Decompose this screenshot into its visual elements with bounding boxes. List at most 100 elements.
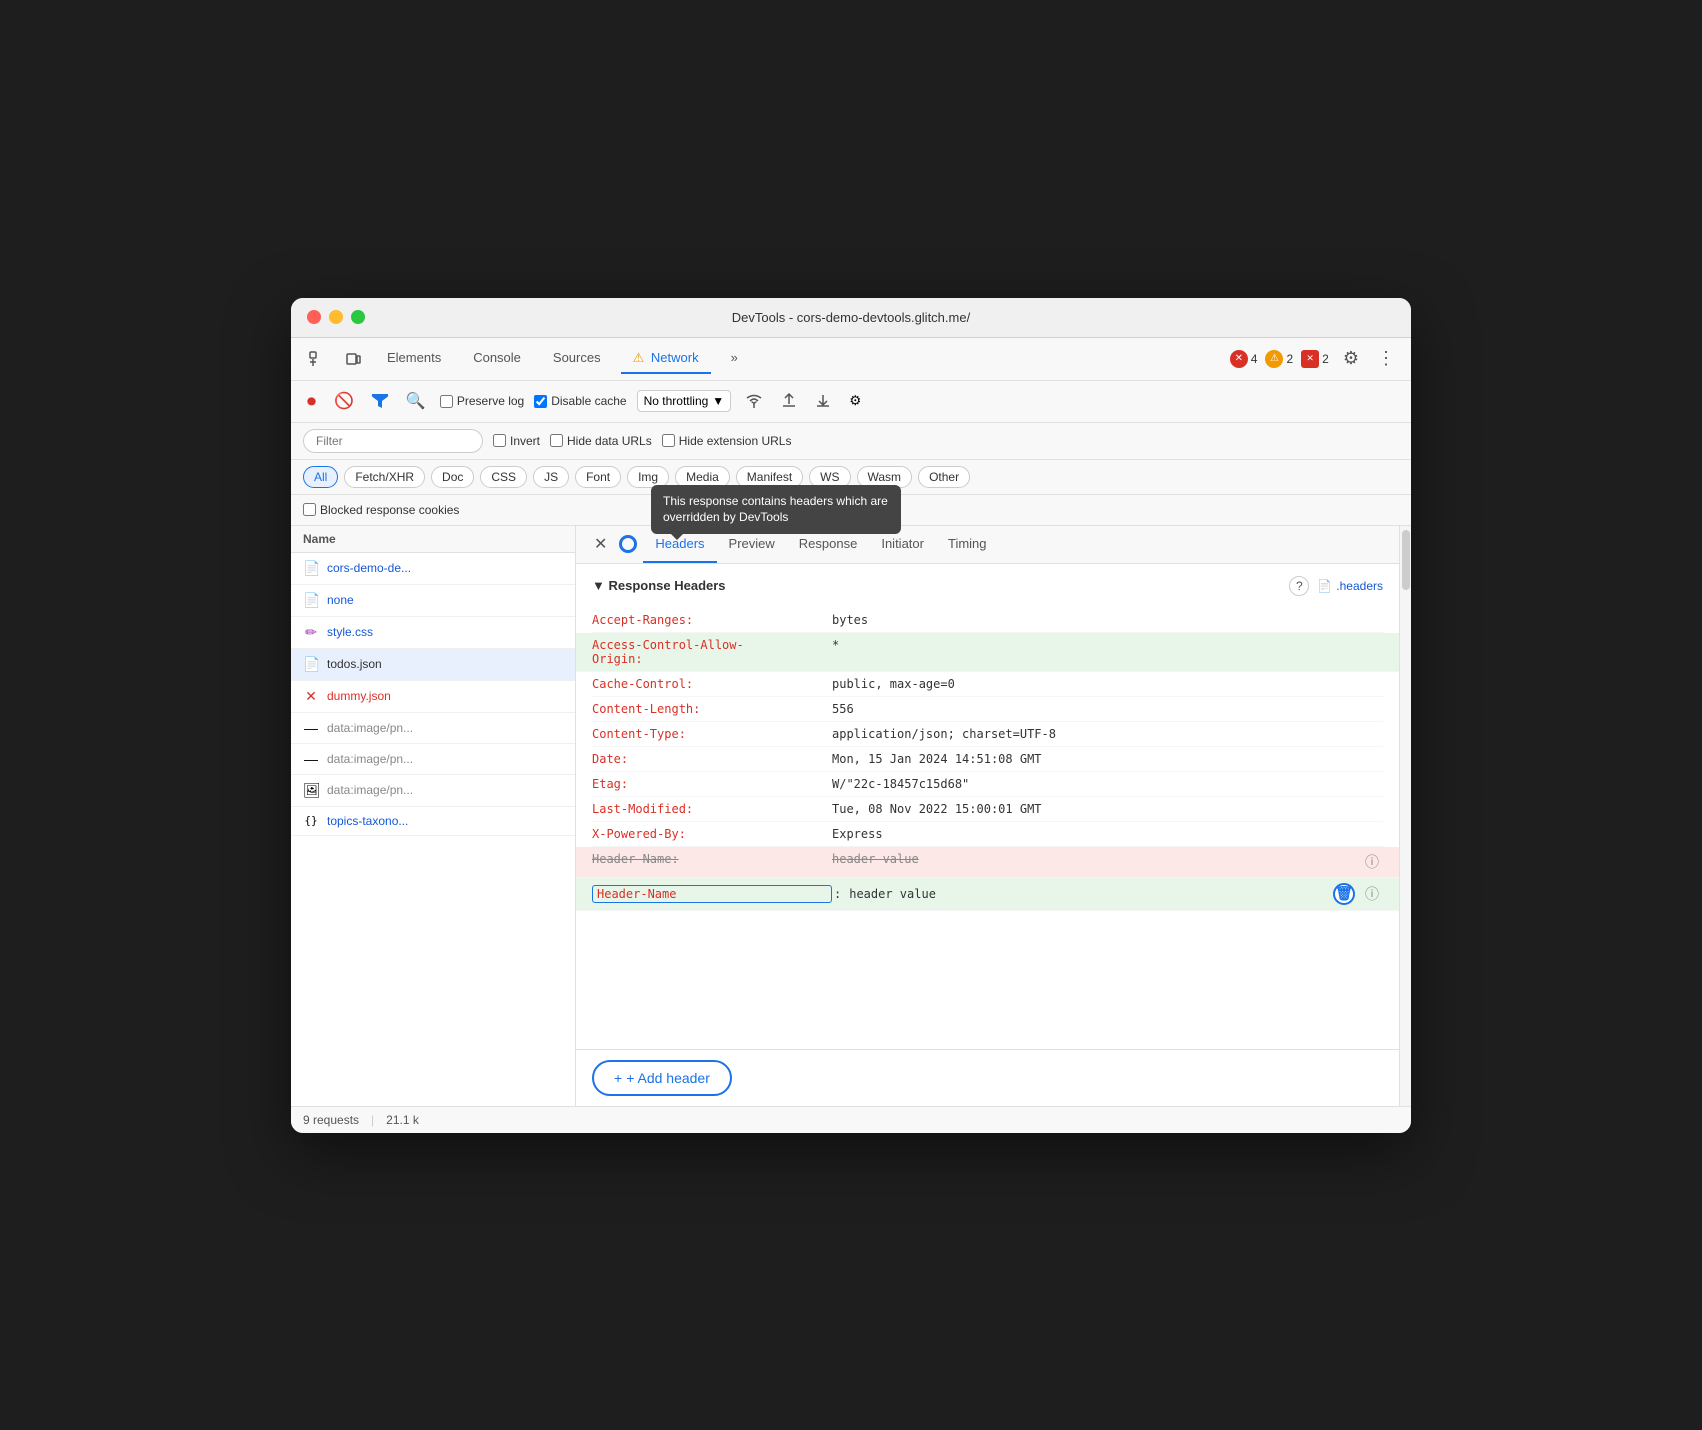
header-row-last-modified: Last-Modified: Tue, 08 Nov 2022 15:00:01… — [592, 797, 1383, 822]
scrollbar-thumb[interactable] — [1402, 530, 1410, 590]
header-row-etag: Etag: W/"22c-18457c15d68" — [592, 772, 1383, 797]
close-control[interactable] — [307, 310, 321, 324]
header-name: Access-Control-Allow-Origin: — [592, 638, 832, 666]
info-count-text: 2 — [1322, 352, 1329, 366]
doc-icon: 📄 — [303, 560, 319, 577]
tab-sources[interactable]: Sources — [541, 344, 613, 373]
list-item[interactable]: — data:image/pn... — [291, 744, 575, 775]
error-icon: ✕ — [303, 688, 319, 705]
warn-count-text: 2 — [1286, 352, 1293, 366]
tab-console[interactable]: Console — [461, 344, 533, 373]
header-row-cache-control: Cache-Control: public, max-age=0 — [592, 672, 1383, 697]
request-count: 9 requests — [303, 1113, 359, 1127]
filter-font[interactable]: Font — [575, 466, 621, 488]
header-value: bytes — [832, 613, 1383, 627]
detail-panel: ✕ Headers Preview Response Initiator Tim… — [576, 526, 1399, 1106]
tab-more[interactable]: » — [719, 344, 750, 373]
download-btn[interactable] — [811, 389, 835, 413]
add-header-btn[interactable]: + + Add header — [592, 1060, 732, 1096]
search-toggle-btn[interactable]: 🔍 — [402, 387, 430, 415]
file-name: topics-taxono... — [327, 814, 408, 828]
filter-all[interactable]: All — [303, 466, 338, 488]
header-row-access-control: Access-Control-Allow-Origin: * — [576, 633, 1399, 672]
tab-timing[interactable]: Timing — [936, 526, 999, 563]
upload-btn[interactable] — [777, 389, 801, 413]
list-item-selected[interactable]: 📄 todos.json — [291, 649, 575, 681]
stop-recording-btn[interactable]: ⏺ — [303, 387, 320, 416]
header-name: Content-Length: — [592, 702, 832, 716]
header-value: 556 — [832, 702, 1383, 716]
help-btn[interactable]: ? — [1289, 576, 1309, 596]
doc-icon: 📄 — [303, 592, 319, 609]
header-info-btn-2[interactable]: ⓘ — [1361, 884, 1383, 904]
device-mode-btn[interactable] — [339, 347, 367, 371]
header-row-date: Date: Mon, 15 Jan 2024 14:51:08 GMT — [592, 747, 1383, 772]
invert-checkbox[interactable]: Invert — [493, 434, 540, 448]
status-separator: | — [371, 1113, 374, 1127]
filter-input[interactable] — [303, 429, 483, 453]
file-name: data:image/pn... — [327, 752, 413, 766]
section-actions: ? 📄 .headers — [1289, 576, 1383, 596]
scrollbar[interactable] — [1399, 526, 1411, 1106]
file-name: cors-demo-de... — [327, 561, 411, 575]
file-name: none — [327, 593, 354, 607]
filter-doc[interactable]: Doc — [431, 466, 474, 488]
header-name: X-Powered-By: — [592, 827, 832, 841]
list-item[interactable]: ✕ dummy.json — [291, 681, 575, 713]
header-row-content-length: Content-Length: 556 — [592, 697, 1383, 722]
header-info-btn[interactable]: ⓘ — [1361, 852, 1383, 872]
main-toolbar: Elements Console Sources ⚠ Network » ✕ 4… — [291, 338, 1411, 381]
network-settings-btn[interactable]: ⚙ — [845, 389, 865, 413]
header-name: Date: — [592, 752, 832, 766]
info-icon: ✕ — [1301, 350, 1319, 368]
list-item[interactable]: {} topics-taxono... — [291, 807, 575, 836]
headers-file-btn[interactable]: 📄 .headers — [1317, 579, 1383, 593]
disable-cache-checkbox[interactable]: Disable cache — [534, 394, 626, 408]
plus-icon: + — [614, 1070, 622, 1086]
file-name: data:image/pn... — [327, 783, 413, 797]
list-item[interactable]: 📄 cors-demo-de... — [291, 553, 575, 585]
window-title: DevTools - cors-demo-devtools.glitch.me/ — [732, 310, 970, 325]
blocked-cookies-checkbox[interactable]: Blocked response cookies — [303, 503, 459, 517]
tooltip: This response contains headers which are… — [651, 485, 901, 535]
error-count-text: 4 — [1251, 352, 1258, 366]
close-detail-btn[interactable]: ✕ — [588, 526, 613, 562]
more-options-btn[interactable]: ⋮ — [1373, 346, 1399, 371]
main-content: Name 📄 cors-demo-de... 📄 none ✏ style.cs… — [291, 526, 1411, 1106]
window-controls — [307, 310, 365, 324]
header-row-accept-ranges: Accept-Ranges: bytes — [592, 608, 1383, 633]
list-item[interactable]: ✏ style.css — [291, 617, 575, 649]
tab-network[interactable]: ⚠ Network — [621, 344, 711, 374]
header-value: * — [832, 638, 1383, 652]
header-name: Accept-Ranges: — [592, 613, 832, 627]
filter-css[interactable]: CSS — [480, 466, 527, 488]
list-item[interactable]: 🖼 data:image/pn... — [291, 775, 575, 807]
tab-elements[interactable]: Elements — [375, 344, 453, 373]
info-badge-group: ✕ 2 — [1301, 350, 1329, 368]
header-name-deleted: Header-Name: — [592, 852, 832, 866]
inspect-element-btn[interactable] — [303, 347, 331, 371]
filter-toggle-btn[interactable] — [368, 390, 392, 412]
clear-btn[interactable]: 🚫 — [330, 387, 358, 415]
maximize-control[interactable] — [351, 310, 365, 324]
list-item[interactable]: 📄 none — [291, 585, 575, 617]
image-icon: 🖼 — [303, 782, 319, 799]
filter-js[interactable]: JS — [533, 466, 569, 488]
filter-fetch-xhr[interactable]: Fetch/XHR — [344, 466, 425, 488]
network-toolbar: ⏺ 🚫 🔍 Preserve log Disable cache No thro… — [291, 381, 1411, 423]
blocked-bar: Blocked response cookies This response c… — [291, 495, 1411, 526]
header-name: Content-Type: — [592, 727, 832, 741]
hide-data-urls-checkbox[interactable]: Hide data URLs — [550, 434, 652, 448]
settings-btn[interactable]: ⚙ — [1337, 346, 1365, 371]
header-row-deleted: Header-Name: header value ⓘ — [576, 847, 1399, 878]
delete-header-btn[interactable]: 🗑 — [1333, 883, 1355, 905]
header-value: W/"22c-18457c15d68" — [832, 777, 1383, 791]
filter-other[interactable]: Other — [918, 466, 970, 488]
title-bar: DevTools - cors-demo-devtools.glitch.me/ — [291, 298, 1411, 338]
wifi-btn[interactable] — [741, 390, 767, 412]
preserve-log-checkbox[interactable]: Preserve log — [440, 394, 524, 408]
minimize-control[interactable] — [329, 310, 343, 324]
throttling-select[interactable]: No throttling ▼ — [637, 390, 732, 412]
list-item[interactable]: — data:image/pn... — [291, 713, 575, 744]
hide-extension-checkbox[interactable]: Hide extension URLs — [662, 434, 792, 448]
